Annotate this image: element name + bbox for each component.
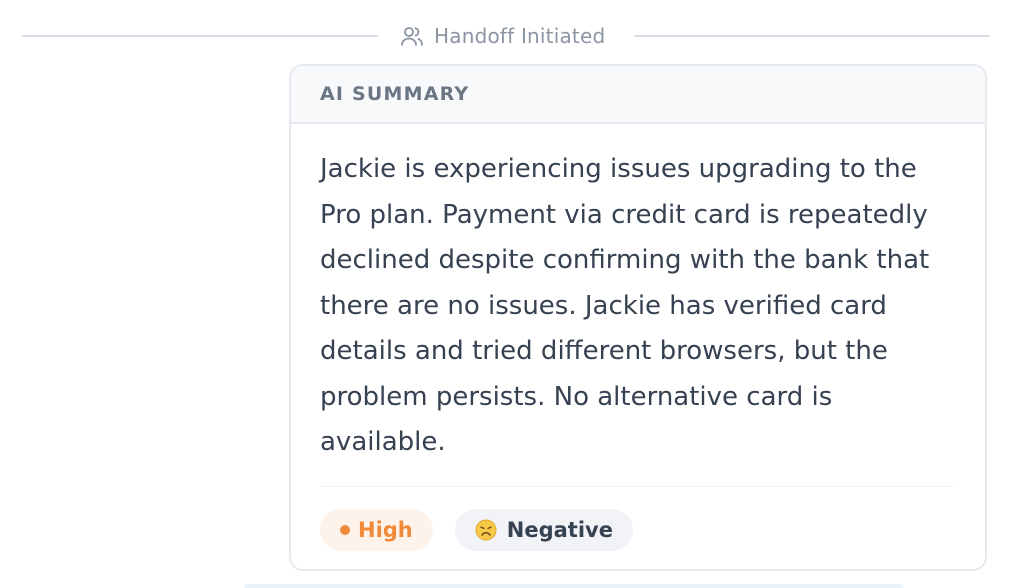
page: Handoff Initiated AI SUMMARY Jackie is e… (0, 0, 1020, 588)
summary-text: Jackie is experiencing issues upgrading … (320, 154, 930, 457)
sentiment-label: Negative (506, 518, 613, 542)
divider-line-right (634, 35, 990, 37)
handoff-status: Handoff Initiated (400, 18, 605, 54)
sentiment-badge[interactable]: Negative (454, 509, 633, 551)
handoff-label: Handoff Initiated (434, 24, 606, 48)
disappointed-face-icon (475, 519, 497, 541)
priority-label: High (358, 518, 413, 542)
dot-icon (340, 525, 350, 535)
handoff-divider: Handoff Initiated (22, 18, 990, 54)
card-title: AI SUMMARY (320, 83, 470, 105)
users-icon (400, 25, 424, 47)
next-card-edge (244, 584, 904, 588)
card-divider (320, 486, 955, 487)
divider-line-left (22, 35, 378, 37)
card-body: Jackie is experiencing issues upgrading … (291, 124, 985, 466)
ai-summary-card: AI SUMMARY Jackie is experiencing issues… (289, 64, 987, 571)
badge-row: High Negative (320, 509, 633, 551)
card-header: AI SUMMARY (291, 66, 985, 124)
priority-badge[interactable]: High (320, 509, 433, 551)
